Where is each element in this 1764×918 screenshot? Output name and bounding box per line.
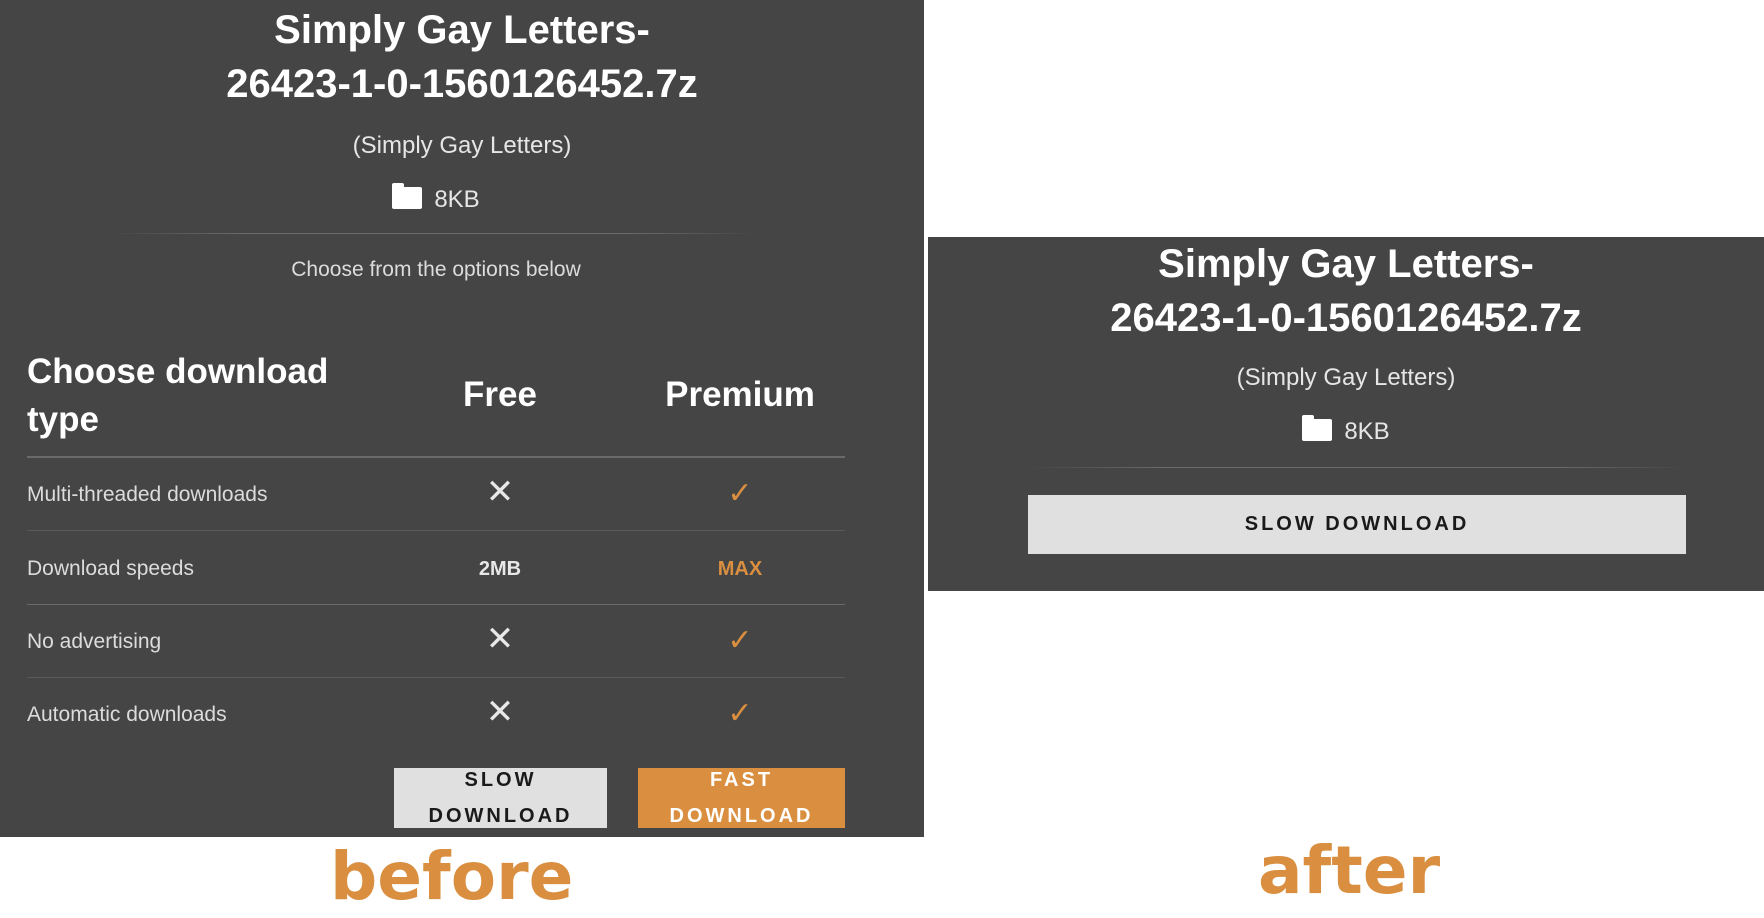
file-size: 8KB — [434, 186, 480, 213]
column-free: Free — [463, 375, 537, 414]
file-size-row: 8KB — [0, 183, 872, 214]
before-caption: before — [330, 838, 574, 915]
file-size-row: 8KB — [928, 415, 1764, 446]
file-category: (Simply Gay Letters) — [1236, 364, 1456, 391]
file-title-line1: Simply Gay Letters- — [274, 8, 650, 52]
check-icon: ✓ — [727, 624, 753, 657]
row-divider — [27, 604, 845, 605]
row-label-no-advertising: No advertising — [27, 630, 162, 653]
column-premium: Premium — [665, 375, 815, 414]
file-size: 8KB — [1344, 418, 1390, 445]
row-label-automatic-downloads: Automatic downloads — [27, 703, 227, 726]
file-title-line2: 26423-1-0-1560126452.7z — [226, 62, 698, 106]
cross-icon: ✕ — [485, 693, 515, 731]
cross-icon: ✕ — [485, 473, 515, 511]
slow-download-button[interactable]: SLOW DOWNLOAD — [1028, 495, 1686, 554]
cross-icon: ✕ — [485, 620, 515, 658]
file-category: (Simply Gay Letters) — [352, 132, 572, 159]
slow-download-button[interactable]: SLOW DOWNLOAD — [394, 768, 607, 828]
after-download-panel: Simply Gay Letters- 26423-1-0-1560126452… — [928, 237, 1764, 591]
choose-options-text: Choose from the options below — [291, 258, 581, 281]
row-label-download-speeds: Download speeds — [27, 557, 194, 580]
file-title-line2: 26423-1-0-1560126452.7z — [1110, 296, 1582, 340]
row-divider — [27, 530, 845, 531]
table-heading: Choose download type — [27, 352, 329, 439]
table-header-line — [27, 456, 845, 458]
divider — [1028, 467, 1688, 468]
check-icon: ✓ — [727, 477, 753, 510]
before-download-panel: Simply Gay Letters- 26423-1-0-1560126452… — [0, 0, 924, 837]
check-icon: ✓ — [727, 697, 753, 730]
folder-icon — [392, 183, 423, 209]
fast-download-button[interactable]: FAST DOWNLOAD — [638, 768, 845, 828]
row-label-multithreaded: Multi-threaded downloads — [27, 483, 268, 506]
folder-icon — [1302, 415, 1333, 441]
row-divider — [27, 677, 845, 678]
after-caption: after — [1258, 832, 1441, 909]
free-speed-value: 2MB — [478, 558, 522, 580]
file-title-line1: Simply Gay Letters- — [1158, 242, 1534, 286]
premium-speed-value: MAX — [717, 558, 763, 580]
divider — [110, 233, 760, 234]
